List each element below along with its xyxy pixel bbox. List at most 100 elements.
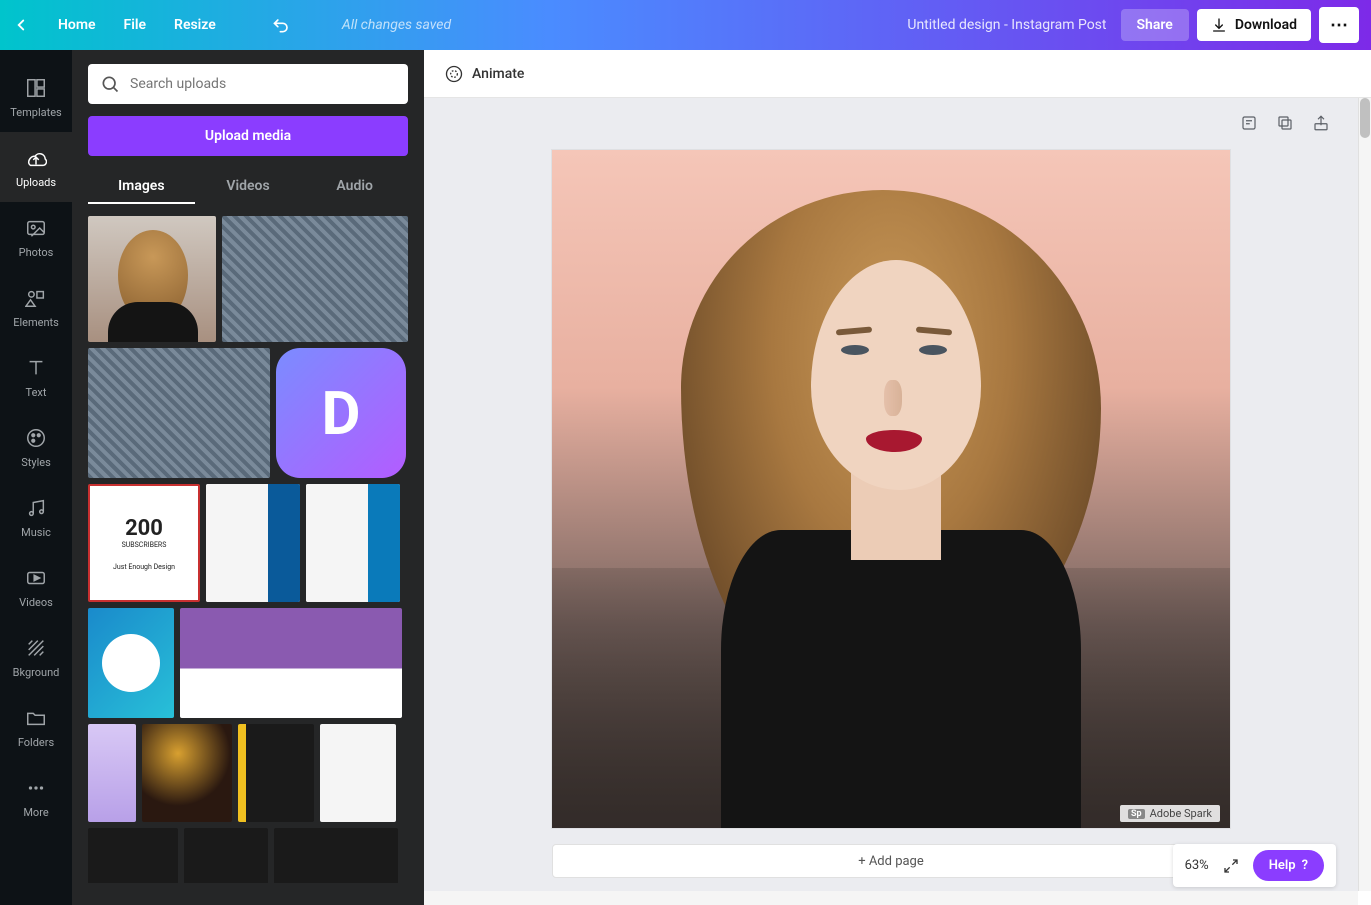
rail-label: Templates (10, 106, 61, 119)
upload-thumb[interactable] (88, 724, 136, 822)
photos-icon (24, 216, 48, 240)
save-status: All changes saved (342, 17, 451, 33)
rail-label: Music (21, 526, 51, 539)
watermark-badge: Sp (1128, 809, 1145, 819)
design-page[interactable]: Sp Adobe Spark (552, 150, 1230, 828)
notes-icon[interactable] (1238, 112, 1260, 134)
upload-media-button[interactable]: Upload media (88, 116, 408, 156)
canvas-area[interactable]: Sp Adobe Spark + Add page 63% Help? (424, 98, 1358, 905)
upload-thumb[interactable] (88, 216, 216, 342)
upload-thumb[interactable] (184, 828, 268, 883)
help-button[interactable]: Help? (1253, 850, 1324, 881)
thumb-200-number: 200 (125, 516, 163, 541)
upload-thumb[interactable] (222, 216, 408, 342)
upload-thumb[interactable] (88, 608, 174, 718)
uploads-icon (24, 146, 48, 170)
horizontal-scrollbar[interactable] (424, 891, 1358, 905)
music-icon (24, 496, 48, 520)
search-input[interactable] (130, 76, 396, 92)
rail-label: Videos (19, 596, 53, 609)
tab-images[interactable]: Images (88, 170, 195, 204)
back-arrow-icon[interactable] (12, 16, 30, 34)
templates-icon (24, 76, 48, 100)
left-rail: Templates Uploads Photos Elements Text S… (0, 50, 72, 905)
upload-thumb[interactable]: D (276, 348, 406, 478)
uploads-panel: Upload media Images Videos Audio D 200 S… (72, 50, 424, 905)
animate-label: Animate (472, 66, 524, 82)
background-icon (24, 636, 48, 660)
home-menu[interactable]: Home (58, 17, 96, 33)
folders-icon (24, 706, 48, 730)
design-title[interactable]: Untitled design - Instagram Post (907, 17, 1106, 33)
rail-text[interactable]: Text (0, 342, 72, 412)
file-menu[interactable]: File (124, 17, 147, 33)
watermark: Sp Adobe Spark (1120, 805, 1220, 822)
rail-label: Text (26, 386, 47, 399)
canvas-toolbar: Animate (424, 50, 1371, 98)
rail-styles[interactable]: Styles (0, 412, 72, 482)
rail-label: Bkground (13, 666, 60, 679)
upload-thumb[interactable]: 200 SUBSCRIBERS Just Enough Design (88, 484, 200, 602)
vertical-scrollbar[interactable] (1358, 98, 1371, 891)
search-box[interactable] (88, 64, 408, 104)
top-bar: Home File Resize All changes saved Untit… (0, 0, 1371, 50)
add-page-button[interactable]: + Add page (552, 844, 1230, 878)
fullscreen-icon[interactable] (1223, 858, 1239, 874)
upload-thumb[interactable] (320, 724, 396, 822)
rail-more[interactable]: More (0, 762, 72, 832)
more-icon (24, 776, 48, 800)
rail-label: Styles (21, 456, 51, 469)
resize-menu[interactable]: Resize (174, 17, 216, 33)
portrait-subject[interactable] (641, 150, 1141, 828)
shirt (721, 530, 1081, 828)
upload-thumb[interactable] (180, 608, 402, 718)
text-icon (24, 356, 48, 380)
uploads-grid[interactable]: D 200 SUBSCRIBERS Just Enough Design (88, 216, 408, 883)
rail-videos[interactable]: Videos (0, 552, 72, 622)
zoom-level[interactable]: 63% (1185, 858, 1209, 873)
rail-background[interactable]: Bkground (0, 622, 72, 692)
tab-audio[interactable]: Audio (301, 170, 408, 204)
watermark-text: Adobe Spark (1150, 807, 1212, 820)
upload-thumb[interactable] (238, 724, 314, 822)
thumb-200-brand: Just Enough Design (113, 563, 175, 571)
d-icon-letter: D (322, 378, 361, 449)
upload-thumb[interactable] (142, 724, 232, 822)
upload-thumb[interactable] (306, 484, 400, 602)
eye (841, 345, 869, 355)
rail-label: Photos (19, 246, 54, 259)
share-button[interactable]: Share (1121, 9, 1189, 41)
upload-thumb[interactable] (88, 828, 178, 883)
rail-folders[interactable]: Folders (0, 692, 72, 762)
eye (919, 345, 947, 355)
duplicate-icon[interactable] (1274, 112, 1296, 134)
rail-music[interactable]: Music (0, 482, 72, 552)
more-button[interactable]: ⋯ (1319, 7, 1359, 43)
nose (884, 380, 902, 416)
page-actions (1238, 112, 1332, 134)
upload-thumb[interactable] (88, 348, 270, 478)
rail-elements[interactable]: Elements (0, 272, 72, 342)
zoom-bar: 63% Help? (1173, 844, 1336, 887)
rail-label: Elements (13, 316, 59, 329)
upload-thumb[interactable] (206, 484, 300, 602)
search-icon (100, 74, 120, 94)
rail-templates[interactable]: Templates (0, 62, 72, 132)
menu-left: Home File Resize All changes saved (12, 15, 451, 35)
rail-photos[interactable]: Photos (0, 202, 72, 272)
media-tabs: Images Videos Audio (88, 170, 408, 204)
elements-icon (24, 286, 48, 310)
rail-label: Uploads (16, 176, 56, 189)
share-page-icon[interactable] (1310, 112, 1332, 134)
rail-uploads[interactable]: Uploads (0, 132, 72, 202)
upload-thumb[interactable] (274, 828, 398, 883)
styles-icon (24, 426, 48, 450)
scrollbar-thumb[interactable] (1360, 98, 1370, 138)
videos-icon (24, 566, 48, 590)
animate-button[interactable]: Animate (444, 64, 524, 84)
tab-videos[interactable]: Videos (195, 170, 302, 204)
download-label: Download (1235, 17, 1297, 33)
undo-icon[interactable] (272, 15, 292, 35)
thumb-200-sub: SUBSCRIBERS (122, 541, 167, 549)
download-button[interactable]: Download (1197, 9, 1311, 41)
